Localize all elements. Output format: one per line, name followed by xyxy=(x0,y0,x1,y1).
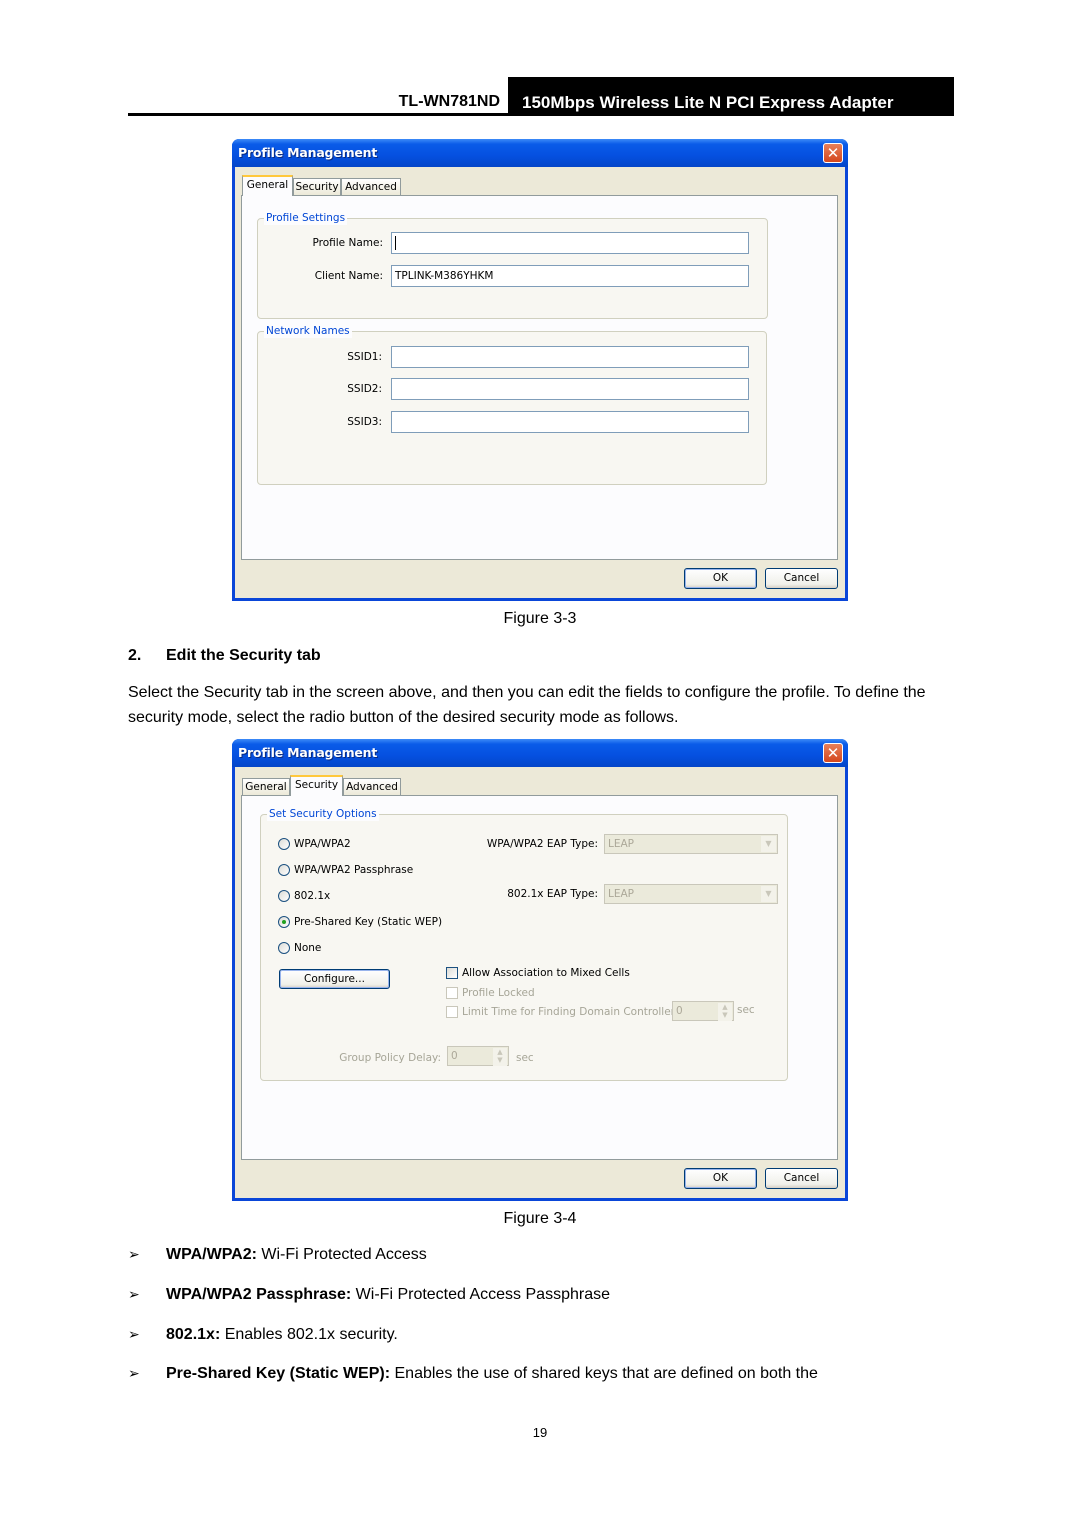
bullet-term: 802.1x: xyxy=(166,1326,221,1343)
ssid2-label: SSID2: xyxy=(347,383,382,395)
tab-security[interactable]: Security xyxy=(293,178,341,195)
section-number: 2. xyxy=(128,647,142,664)
arrow-bullet-icon: ➢ xyxy=(128,1366,140,1382)
arrow-bullet-icon: ➢ xyxy=(128,1247,140,1263)
general-tab-panel: Profile Settings Profile Name: Client Na… xyxy=(241,195,838,560)
security-tab-panel: Set Security Options WPA/WPA2 WPA/WPA2 P… xyxy=(241,795,838,1160)
wpa-eap-type-select[interactable]: LEAP ▼ xyxy=(604,834,778,854)
profile-locked-checkbox[interactable] xyxy=(446,987,458,999)
bullet-desc: Enables the use of shared keys that are … xyxy=(390,1365,818,1382)
list-item: ➢ WPA/WPA2: Wi-Fi Protected Access xyxy=(128,1246,427,1264)
domain-timeout-unit: sec xyxy=(737,1004,755,1016)
profile-settings-legend: Profile Settings xyxy=(264,211,348,225)
close-icon[interactable]: ✕ xyxy=(823,143,843,163)
radio-wpa-wpa2-label: WPA/WPA2 xyxy=(294,838,351,850)
profile-management-dialog-security: Profile Management ✕ General Security Ad… xyxy=(232,739,848,1201)
close-icon[interactable]: ✕ xyxy=(823,743,843,763)
arrow-bullet-icon: ➢ xyxy=(128,1327,140,1343)
radio-wpa-passphrase[interactable] xyxy=(278,864,290,876)
client-name-input[interactable]: TPLINK-M386YHKM xyxy=(391,265,749,287)
radio-wpa-passphrase-label: WPA/WPA2 Passphrase xyxy=(294,864,414,876)
group-policy-delay-label: Group Policy Delay: xyxy=(339,1052,441,1064)
header-product: 150Mbps Wireless Lite N PCI Express Adap… xyxy=(522,93,894,112)
tab-general[interactable]: General xyxy=(242,778,290,795)
section-title: Edit the Security tab xyxy=(166,647,321,664)
profile-name-input[interactable] xyxy=(391,232,749,254)
spinner-arrows-icon[interactable]: ▲ ▼ xyxy=(493,1048,507,1066)
radio-pre-shared-key-label: Pre-Shared Key (Static WEP) xyxy=(294,916,443,928)
network-names-group: Network Names SSID1: SSID2: SSID3: xyxy=(257,324,767,485)
ok-button[interactable]: OK xyxy=(684,568,757,589)
ssid3-label: SSID3: xyxy=(347,416,382,428)
configure-button[interactable]: Configure... xyxy=(279,969,390,989)
limit-time-label: Limit Time for Finding Domain Controller… xyxy=(462,1006,693,1018)
ssid1-input[interactable] xyxy=(391,346,749,368)
dialog-body: General Security Advanced Profile Settin… xyxy=(235,167,845,598)
ok-button[interactable]: OK xyxy=(684,1168,757,1189)
section-heading: 2. Edit the Security tab xyxy=(128,647,321,665)
window-title: Profile Management xyxy=(238,145,378,160)
wpa-eap-type-label: WPA/WPA2 EAP Type: xyxy=(486,838,598,850)
dialog-body: General Security Advanced Set Security O… xyxy=(235,767,845,1198)
security-options-group: Set Security Options WPA/WPA2 WPA/WPA2 P… xyxy=(260,807,788,1081)
spinner-arrows-icon[interactable]: ▲ ▼ xyxy=(718,1003,732,1021)
profile-name-label: Profile Name: xyxy=(312,237,383,249)
group-policy-delay-input[interactable]: 0 ▲ ▼ xyxy=(447,1046,509,1066)
chevron-down-icon: ▼ xyxy=(761,836,776,852)
radio-none[interactable] xyxy=(278,942,290,954)
ssid2-input[interactable] xyxy=(391,378,749,400)
window-title: Profile Management xyxy=(238,745,378,760)
bullet-desc: Wi-Fi Protected Access Passphrase xyxy=(351,1286,610,1303)
arrow-bullet-icon: ➢ xyxy=(128,1287,140,1303)
client-name-label: Client Name: xyxy=(314,270,383,282)
title-bar: Profile Management ✕ xyxy=(232,139,848,167)
list-item: ➢ Pre-Shared Key (Static WEP): Enables th… xyxy=(128,1365,818,1383)
domain-timeout-input[interactable]: 0 ▲ ▼ xyxy=(672,1001,734,1021)
tab-advanced[interactable]: Advanced xyxy=(341,178,401,195)
bullet-term: Pre-Shared Key (Static WEP): xyxy=(166,1365,391,1382)
radio-none-label: None xyxy=(294,942,322,954)
tab-advanced[interactable]: Advanced xyxy=(343,778,401,795)
figure-caption: Figure 3-3 xyxy=(503,610,577,627)
bullet-term: WPA/WPA2 Passphrase: xyxy=(166,1286,352,1303)
ssid1-label: SSID1: xyxy=(347,351,382,363)
profile-management-dialog-general: Profile Management ✕ General Security Ad… xyxy=(232,139,848,601)
tab-security[interactable]: Security xyxy=(290,775,343,796)
tab-general[interactable]: General xyxy=(242,175,293,196)
allow-mixed-cells-checkbox[interactable] xyxy=(446,967,458,979)
section-paragraph: Select the Security tab in the screen ab… xyxy=(128,684,926,726)
network-names-legend: Network Names xyxy=(264,324,352,338)
cancel-button[interactable]: Cancel xyxy=(765,1168,838,1189)
ssid3-input[interactable] xyxy=(391,411,749,433)
title-bar: Profile Management ✕ xyxy=(232,739,848,767)
radio-wpa-wpa2[interactable] xyxy=(278,838,290,850)
profile-settings-group: Profile Settings Profile Name: Client Na… xyxy=(257,211,768,319)
bullet-desc: Enables 802.1x security. xyxy=(220,1326,398,1343)
chevron-down-icon: ▼ xyxy=(761,886,776,902)
allow-mixed-cells-label: Allow Association to Mixed Cells xyxy=(462,967,630,979)
group-policy-delay-unit: sec xyxy=(516,1052,534,1064)
radio-pre-shared-key[interactable] xyxy=(278,916,290,928)
profile-locked-label: Profile Locked xyxy=(462,987,535,999)
radio-8021x-label: 802.1x xyxy=(294,890,331,902)
dot1x-eap-type-select[interactable]: LEAP ▼ xyxy=(604,884,778,904)
figure-caption: Figure 3-4 xyxy=(503,1210,577,1227)
list-item: ➢ 802.1x: Enables 802.1x security. xyxy=(128,1326,398,1344)
bullet-term: WPA/WPA2: xyxy=(166,1246,257,1263)
cancel-button[interactable]: Cancel xyxy=(765,568,838,589)
page-number: 19 xyxy=(532,1425,548,1440)
list-item: ➢ WPA/WPA2 Passphrase: Wi-Fi Protected Ac… xyxy=(128,1286,610,1304)
radio-8021x[interactable] xyxy=(278,890,290,902)
limit-time-checkbox[interactable] xyxy=(446,1006,458,1018)
dot1x-eap-type-label: 802.1x EAP Type: xyxy=(507,888,598,900)
security-options-legend: Set Security Options xyxy=(267,807,379,821)
bullet-desc: Wi-Fi Protected Access xyxy=(256,1246,427,1263)
text-caret xyxy=(395,236,396,250)
header-model: TL-WN781ND xyxy=(398,93,500,110)
